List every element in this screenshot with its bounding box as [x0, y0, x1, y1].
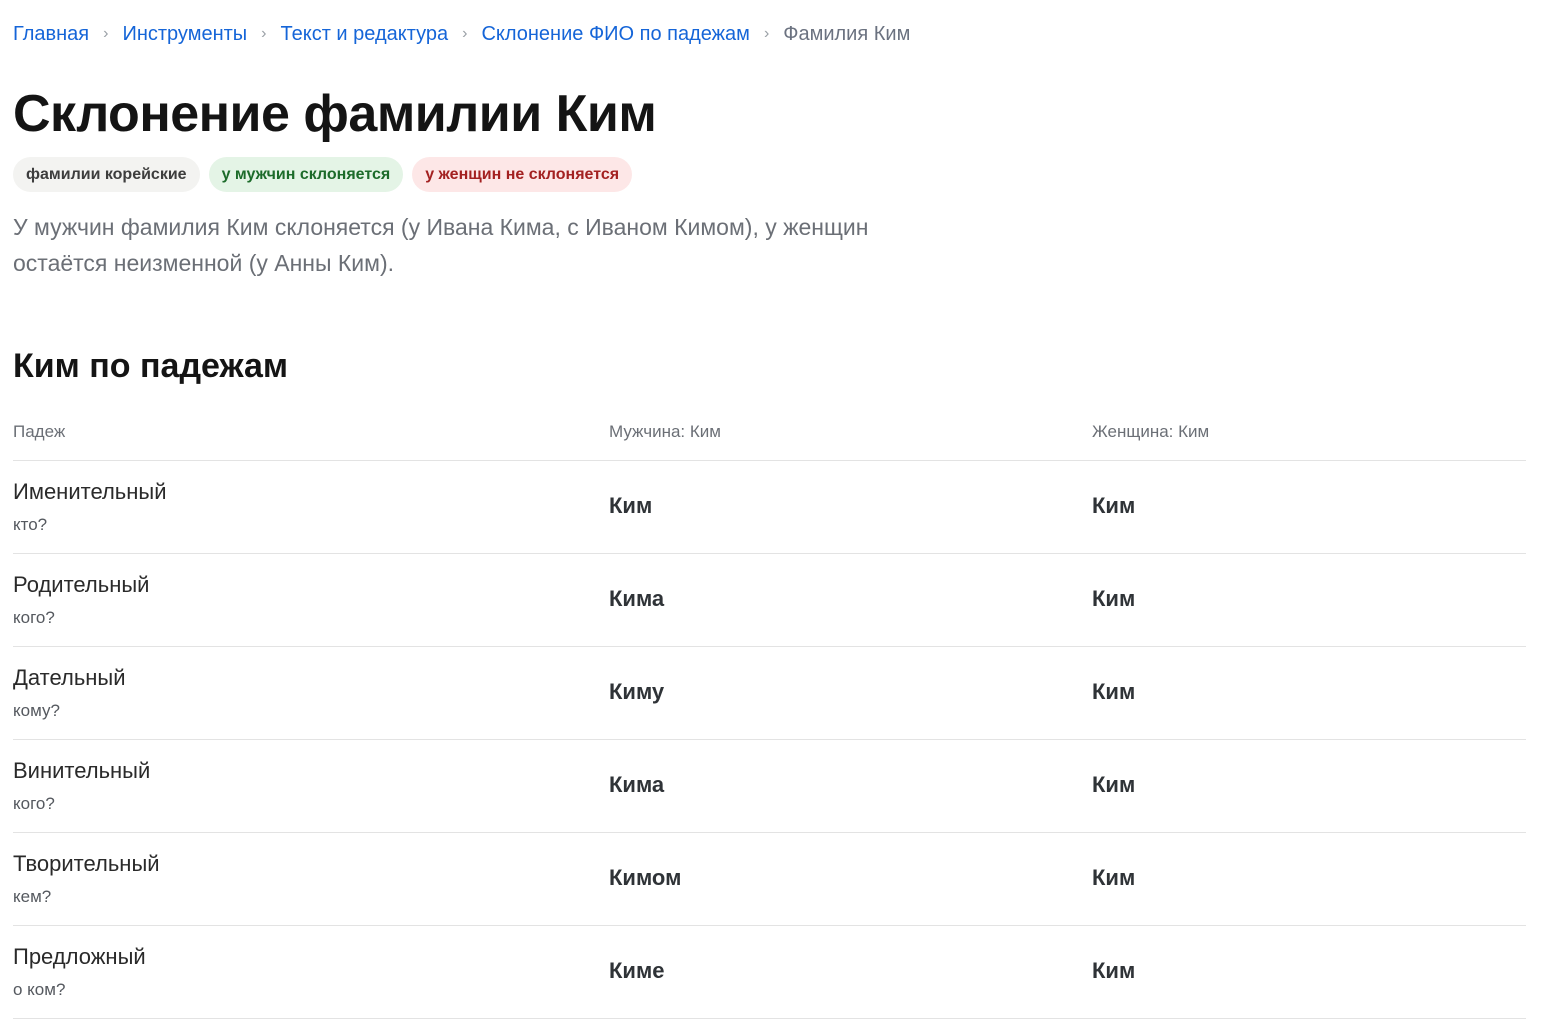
male-form: Кима: [609, 772, 665, 797]
female-form: Ким: [1092, 493, 1136, 518]
breadcrumb-current: Фамилия Ким: [783, 23, 911, 45]
case-name: Винительный: [13, 758, 151, 783]
chevron-right-icon: ›: [462, 25, 468, 42]
breadcrumb-link-tools[interactable]: Инструменты: [122, 20, 247, 48]
table-row: Предложный о ком? Киме Ким: [13, 926, 1526, 1019]
male-form: Кимом: [609, 865, 682, 890]
declension-table: Падеж Мужчина: Ким Женщина: Ким Именител…: [13, 410, 1526, 1019]
breadcrumb-link-home[interactable]: Главная: [13, 20, 89, 48]
case-question: кого?: [13, 608, 55, 627]
page-title: Склонение фамилии Ким: [13, 85, 657, 143]
female-form: Ким: [1092, 958, 1136, 983]
column-header-case: Падеж: [13, 422, 66, 441]
column-header-male: Мужчина: Ким: [609, 422, 721, 441]
description: У мужчин фамилия Ким склоняется (у Ивана…: [13, 214, 869, 276]
tag-list: фамилии корейские у мужчин склоняется у …: [13, 157, 633, 192]
female-form: Ким: [1092, 586, 1136, 611]
case-question: кому?: [13, 701, 60, 720]
chevron-right-icon: ›: [103, 25, 109, 42]
table-row: Родительный кого? Кима Ким: [13, 554, 1526, 647]
case-name: Предложный: [13, 944, 146, 969]
chevron-right-icon: ›: [763, 25, 770, 42]
case-question: кем?: [13, 887, 52, 906]
table-row: Дательный кому? Киму Ким: [13, 647, 1526, 740]
case-question: кто?: [13, 515, 48, 534]
case-name: Именительный: [13, 479, 167, 504]
female-form: Ким: [1092, 679, 1136, 704]
case-question: о ком?: [13, 980, 66, 999]
case-name: Дательный: [13, 665, 126, 690]
male-form: Кима: [609, 586, 665, 611]
male-form: Киму: [609, 679, 665, 704]
table-row: Винительный кого? Кима Ким: [13, 740, 1526, 833]
female-form: Ким: [1092, 772, 1136, 797]
tag-female-not-declines: у женщин не склоняется: [412, 157, 633, 192]
male-form: Ким: [609, 493, 653, 518]
breadcrumb: Главная › Инструменты › Текст и редактур…: [13, 20, 910, 48]
column-header-female: Женщина: Ким: [1092, 422, 1210, 441]
female-form: Ким: [1092, 865, 1136, 890]
chevron-right-icon: ›: [261, 25, 267, 42]
table-row: Именительный кто? Ким Ким: [13, 461, 1526, 554]
table-row: Творительный кем? Кимом Ким: [13, 833, 1526, 926]
tag-male-declines: у мужчин склоняется: [208, 157, 404, 192]
male-form: Киме: [609, 958, 665, 983]
case-question: кого?: [13, 794, 55, 813]
breadcrumb-link-text-editing[interactable]: Текст и редактура: [281, 20, 449, 48]
tag-korean-surnames: фамилии корейские: [13, 157, 200, 192]
case-name: Родительный: [13, 572, 150, 597]
case-name: Творительный: [13, 851, 160, 876]
table-header: Падеж Мужчина: Ким Женщина: Ким: [13, 410, 1526, 461]
breadcrumb-link-name-declension[interactable]: Склонение ФИО по падежам: [481, 20, 749, 48]
section-title: Ким по падежам: [13, 347, 289, 385]
